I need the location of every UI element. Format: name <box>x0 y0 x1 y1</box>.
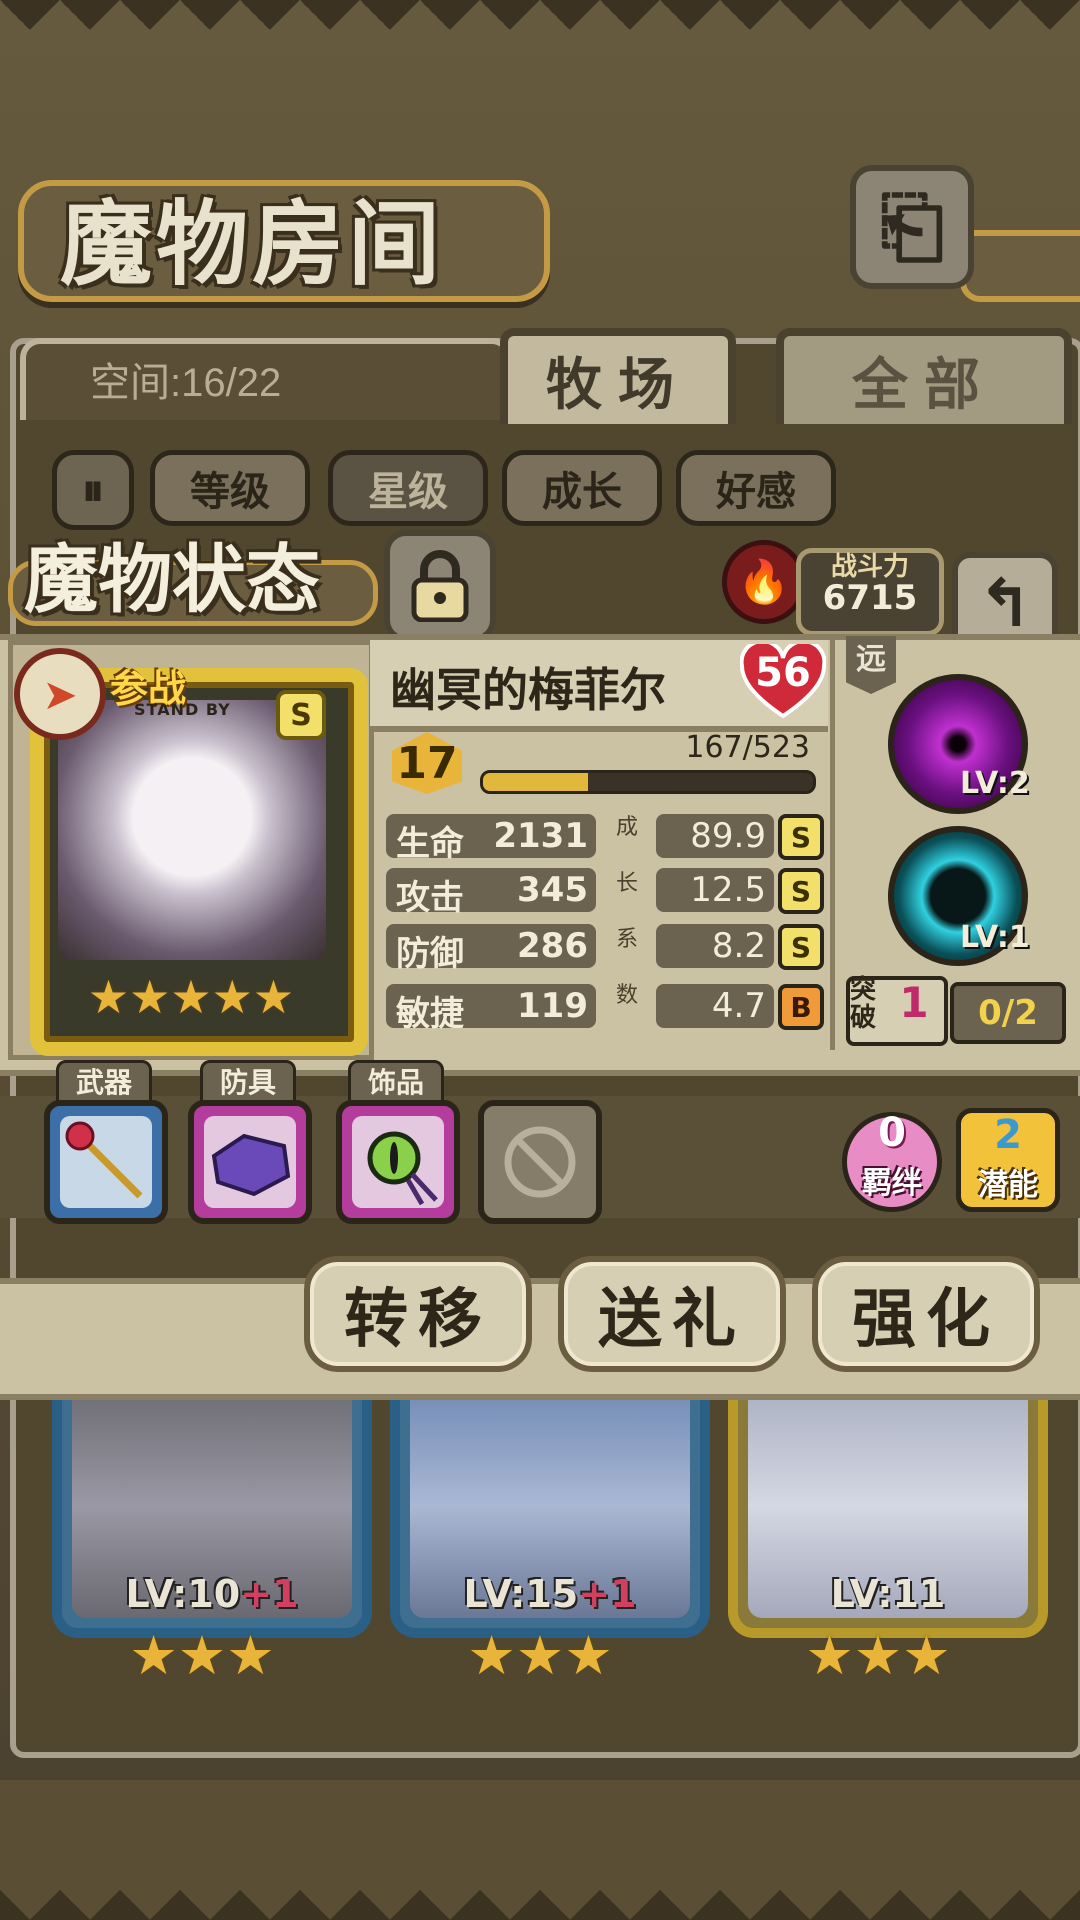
breakthrough-progress: 0/2 <box>950 982 1066 1044</box>
bond-count: 0 <box>878 1110 906 1156</box>
monster-level: 17 <box>396 738 458 789</box>
exp-bar <box>480 770 816 794</box>
stat-label: 防御 <box>396 934 464 974</box>
back-button[interactable]: ⎗ <box>850 165 974 289</box>
growth-caption-char: 系 <box>615 927 638 952</box>
card-stars: ★★★ <box>467 1624 613 1687</box>
growth-grade: S <box>778 924 824 970</box>
combat-power-value: 6715 <box>822 578 918 618</box>
stat-label: 敏捷 <box>396 994 464 1034</box>
tab-all[interactable]: 全部 <box>776 328 1072 424</box>
monster-name: 幽冥的梅菲尔 <box>390 663 666 717</box>
armor-slot[interactable] <box>188 1100 312 1224</box>
growth-value: 89.9 <box>690 816 766 856</box>
armor-icon <box>204 1116 296 1208</box>
stat-label: 攻击 <box>396 878 464 918</box>
filter-affection[interactable]: 好感 <box>676 450 836 526</box>
page-title: 魔物房间 <box>60 190 445 298</box>
growth-grade: B <box>778 984 824 1030</box>
prohibited-icon <box>504 1126 576 1198</box>
affection-value: 56 <box>755 650 811 696</box>
stat-value: 345 <box>517 870 588 910</box>
breakthrough-value: 1 <box>899 978 929 1027</box>
range-tag: 远 <box>846 636 896 694</box>
element-fire-icon: 🔥 <box>722 540 806 624</box>
lock-icon <box>411 550 469 622</box>
direction-icon[interactable]: ➤ <box>14 648 106 740</box>
stat-value: 119 <box>517 986 588 1026</box>
enhance-button[interactable]: 强化 <box>812 1256 1040 1372</box>
status-title: 魔物状态 <box>24 537 320 623</box>
filter-level[interactable]: 等级 <box>150 450 310 526</box>
return-icon: ⎗ <box>880 180 944 273</box>
lock-button[interactable] <box>384 530 496 642</box>
card-stars: ★★★ <box>805 1624 951 1687</box>
weapon-slot[interactable] <box>44 1100 168 1224</box>
growth-grade: S <box>778 868 824 914</box>
accessory-slot[interactable] <box>336 1100 460 1224</box>
transfer-button[interactable]: 转移 <box>304 1256 532 1372</box>
exp-text: 167/523 <box>685 730 810 765</box>
card-level: LV:11 <box>830 1572 946 1616</box>
empty-slot[interactable] <box>478 1100 602 1224</box>
card-level: LV:15+1 <box>463 1572 637 1616</box>
filter-star[interactable]: 星级 <box>328 450 488 526</box>
growth-caption-char: 成 <box>615 815 638 840</box>
growth-caption-char: 数 <box>615 983 638 1008</box>
skill-1-level: LV:2 <box>960 766 1030 801</box>
sort-icon: ⏸ <box>82 464 104 516</box>
card-stars: ★★★ <box>129 1624 275 1687</box>
rank-badge: S <box>276 690 326 740</box>
tab-ranch[interactable]: 牧场 <box>500 328 736 424</box>
stat-value: 286 <box>517 926 588 966</box>
skill-2-level: LV:1 <box>960 920 1030 955</box>
portrait-stars: ★★★★★ <box>87 970 295 1024</box>
standby-sub-label: STAND BY <box>134 700 231 719</box>
breakthrough-label: 突破 <box>850 975 877 1033</box>
stat-value: 2131 <box>493 816 588 856</box>
bottom-border <box>0 1780 1080 1920</box>
sort-order-button[interactable]: ⏸ <box>52 450 134 530</box>
filter-growth[interactable]: 成长 <box>502 450 662 526</box>
growth-caption-char: 长 <box>615 871 638 896</box>
space-count: 空间:16/22 <box>90 361 282 405</box>
return-arrow-icon: ↰ <box>977 564 1033 642</box>
stat-label: 生命 <box>396 824 464 864</box>
growth-value: 4.7 <box>711 986 766 1026</box>
potential-count: 2 <box>994 1112 1022 1158</box>
bond-label: 羁绊 <box>862 1166 922 1201</box>
growth-grade: S <box>778 814 824 860</box>
card-level: LV:10+1 <box>125 1572 299 1616</box>
growth-value: 8.2 <box>711 926 766 966</box>
back-button-base <box>960 230 1080 302</box>
growth-caption: 成 长 系 数 <box>612 800 642 1024</box>
exp-bar-fill <box>483 773 589 791</box>
potential-label: 潜能 <box>978 1168 1038 1203</box>
growth-value: 12.5 <box>690 870 766 910</box>
scepter-icon <box>60 1116 152 1208</box>
top-border <box>0 0 1080 60</box>
gift-button[interactable]: 送礼 <box>558 1256 786 1372</box>
eye-charm-icon <box>352 1116 444 1208</box>
